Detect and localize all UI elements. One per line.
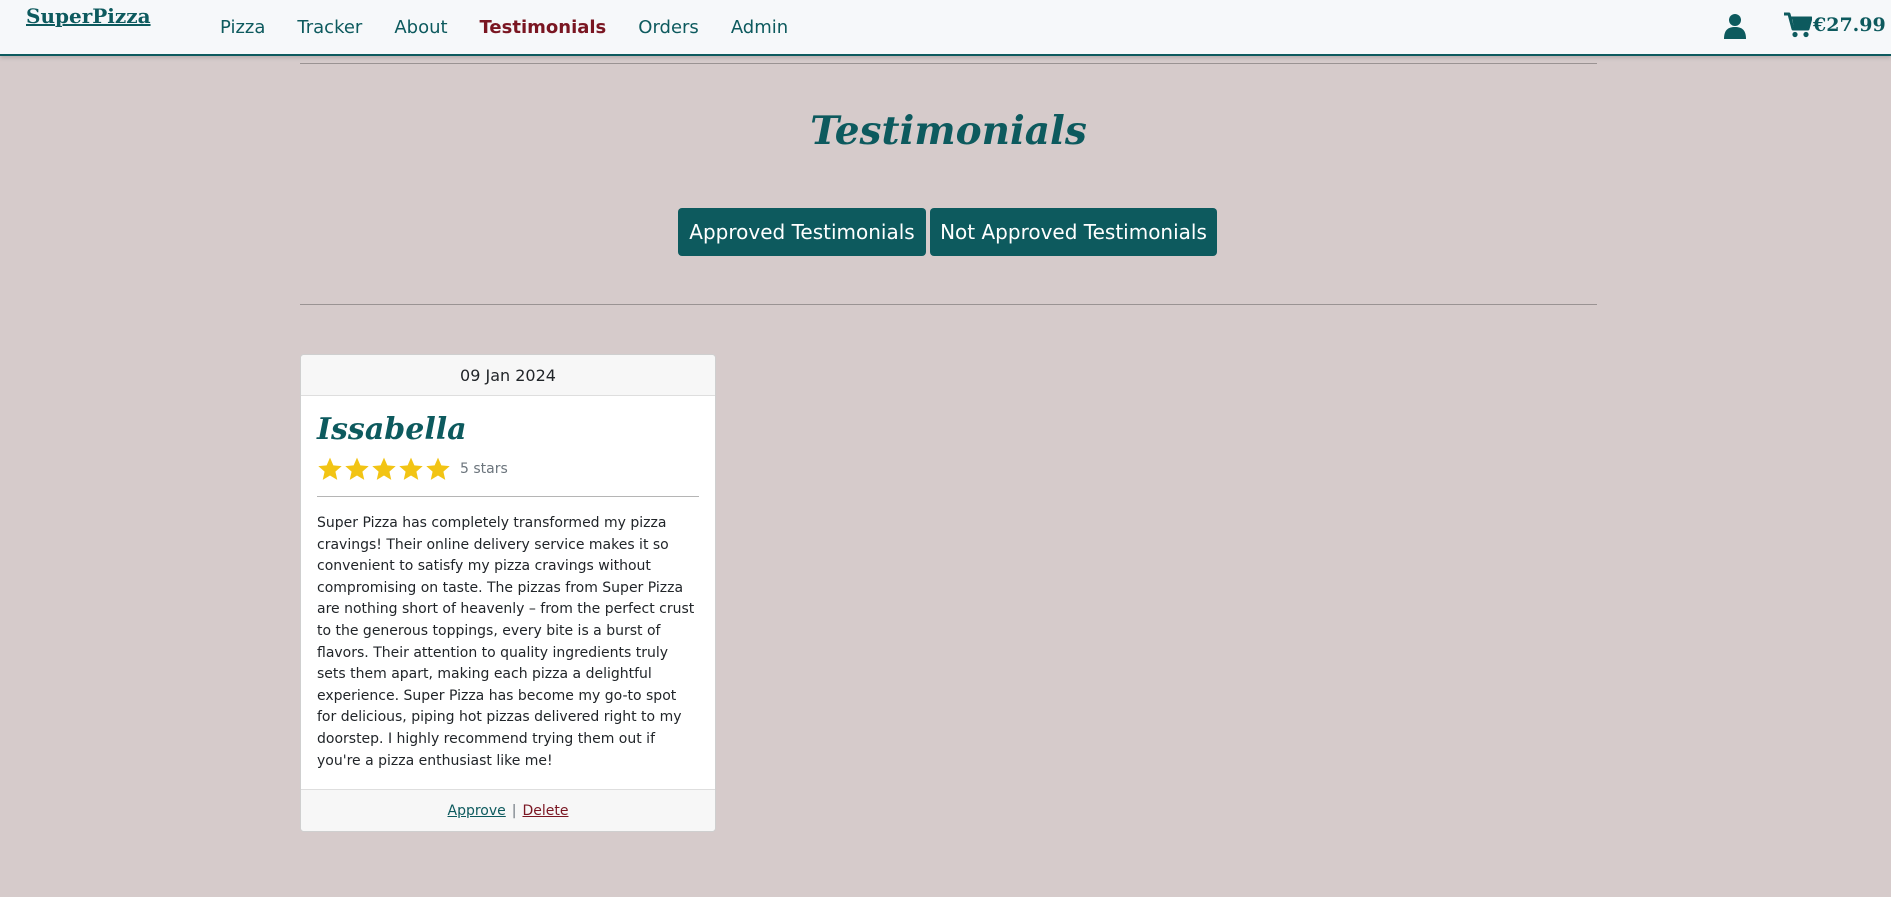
card-divider: [317, 496, 699, 497]
testimonial-text: Super Pizza has completely transformed m…: [317, 515, 695, 769]
star-icon: [399, 457, 423, 480]
not-approved-testimonials-button[interactable]: Not Approved Testimonials: [930, 208, 1217, 256]
approve-link[interactable]: Approve: [448, 803, 506, 819]
nav-links: Pizza Tracker About Testimonials Orders …: [220, 0, 820, 54]
navbar: SuperPizza Pizza Tracker About Testimoni…: [0, 0, 1891, 56]
star-rating: [317, 456, 452, 482]
cart-button[interactable]: €27.99: [1784, 12, 1886, 38]
action-separator: |: [511, 802, 517, 819]
nav-link-testimonials[interactable]: Testimonials: [480, 17, 607, 38]
rating-text: 5 stars: [460, 461, 508, 477]
divider-top: [300, 63, 1597, 64]
brand-logo[interactable]: SuperPizza: [26, 4, 151, 28]
approved-testimonials-button[interactable]: Approved Testimonials: [678, 208, 926, 256]
nav-link-tracker[interactable]: Tracker: [297, 17, 362, 38]
testimonial-author: Issabella: [317, 412, 467, 447]
nav-link-admin[interactable]: Admin: [731, 17, 788, 38]
testimonial-date: 09 Jan 2024: [301, 355, 715, 396]
star-icon: [345, 457, 369, 480]
shopping-cart-icon: [1784, 12, 1812, 38]
page-title: Testimonials: [810, 108, 1087, 154]
testimonial-body: Issabella 5 stars Super Pizza has comple…: [301, 396, 715, 772]
testimonial-actions: Approve | Delete: [301, 789, 715, 831]
delete-link[interactable]: Delete: [522, 803, 568, 819]
star-icon: [318, 457, 342, 480]
testimonial-card: 09 Jan 2024 Issabella 5 stars Super Pizz…: [300, 354, 716, 832]
nav-link-about[interactable]: About: [394, 17, 447, 38]
cart-total: €27.99: [1813, 14, 1886, 36]
nav-link-pizza[interactable]: Pizza: [220, 17, 265, 38]
divider-middle: [300, 304, 1597, 305]
nav-link-orders[interactable]: Orders: [638, 17, 699, 38]
star-icon: [426, 457, 450, 480]
star-icon: [372, 457, 396, 480]
rating: 5 stars: [317, 454, 699, 484]
user-icon[interactable]: [1723, 13, 1747, 39]
